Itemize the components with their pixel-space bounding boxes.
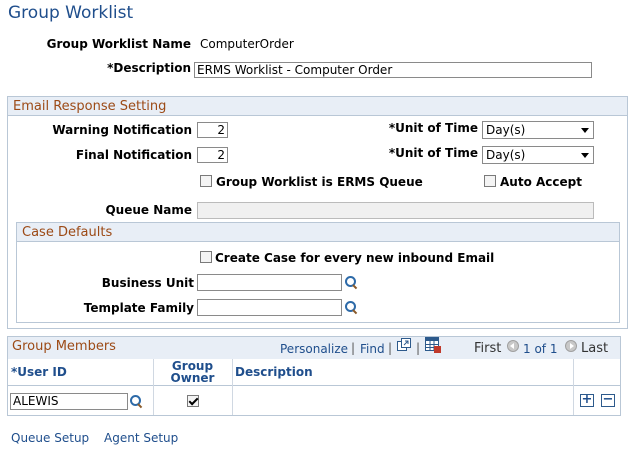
description-label: *Description [107, 61, 191, 75]
column-header-user-id: *User ID [11, 365, 67, 379]
business-unit-label: Business Unit [101, 276, 194, 290]
column-header-group-owner: Group Owner [153, 360, 232, 384]
personalize-link[interactable]: Personalize [280, 342, 348, 356]
warning-notification-label: Warning Notification [52, 123, 192, 137]
separator: | [351, 341, 356, 355]
final-unit-value: Day(s) [486, 148, 526, 162]
warning-unit-value: Day(s) [486, 123, 526, 137]
warning-notification-input[interactable]: 2 [197, 122, 228, 138]
plus-icon[interactable]: + [580, 393, 594, 407]
separator: | [416, 341, 421, 355]
agent-setup-link[interactable]: Agent Setup [104, 431, 178, 445]
final-notification-input[interactable]: 2 [197, 147, 228, 163]
download-to-excel-icon[interactable] [425, 337, 441, 353]
worklist-name-value: ComputerOrder [200, 37, 294, 51]
find-link[interactable]: Find [360, 342, 385, 356]
previous-icon[interactable] [507, 340, 519, 352]
view-all-icon[interactable] [397, 338, 411, 351]
group-owner-checkbox[interactable] [187, 395, 199, 407]
chevron-down-icon [581, 153, 589, 158]
warning-unit-label: *Unit of Time [388, 121, 478, 135]
worklist-name-label: Group Worklist Name [46, 37, 191, 51]
auto-accept-label: Auto Accept [500, 175, 582, 189]
magnifier-icon[interactable] [344, 275, 358, 290]
case-defaults-section-title: Case Defaults [17, 223, 619, 242]
erms-queue-checkbox[interactable] [200, 175, 212, 187]
queue-name-input [197, 202, 594, 219]
magnifier-icon[interactable] [344, 300, 358, 315]
queue-setup-link[interactable]: Queue Setup [11, 431, 89, 445]
warning-unit-select[interactable]: Day(s) [482, 121, 594, 139]
auto-accept-checkbox[interactable] [484, 175, 496, 187]
description-input[interactable]: ERMS Worklist - Computer Order [194, 62, 592, 78]
minus-icon[interactable]: − [601, 393, 615, 407]
last-label: Last [581, 341, 609, 356]
template-family-input[interactable] [197, 299, 342, 316]
final-unit-label: *Unit of Time [388, 146, 478, 160]
column-divider [573, 359, 574, 415]
page-title: Group Worklist [8, 3, 134, 23]
create-case-label: Create Case for every new inbound Email [215, 251, 495, 265]
template-family-label: Template Family [83, 301, 194, 315]
email-response-section-title: Email Response Setting [8, 97, 627, 116]
column-header-row [8, 359, 620, 386]
queue-name-label: Queue Name [105, 203, 192, 217]
page-info: 1 of 1 [523, 342, 558, 356]
final-notification-label: Final Notification [75, 148, 192, 162]
final-unit-select[interactable]: Day(s) [482, 146, 594, 164]
column-divider [232, 359, 233, 415]
create-case-checkbox[interactable] [200, 251, 212, 263]
next-icon[interactable] [565, 340, 577, 352]
erms-queue-label: Group Worklist is ERMS Queue [216, 175, 423, 189]
business-unit-input[interactable] [197, 274, 342, 291]
user-id-input[interactable]: ALEWIS [10, 393, 128, 410]
magnifier-icon[interactable] [129, 394, 143, 409]
group-owner-line2: Owner [170, 371, 215, 385]
separator: | [388, 341, 393, 355]
column-header-description: Description [235, 365, 313, 379]
chevron-down-icon [581, 128, 589, 133]
first-label: First [474, 341, 502, 356]
group-members-title: Group Members [12, 339, 116, 354]
